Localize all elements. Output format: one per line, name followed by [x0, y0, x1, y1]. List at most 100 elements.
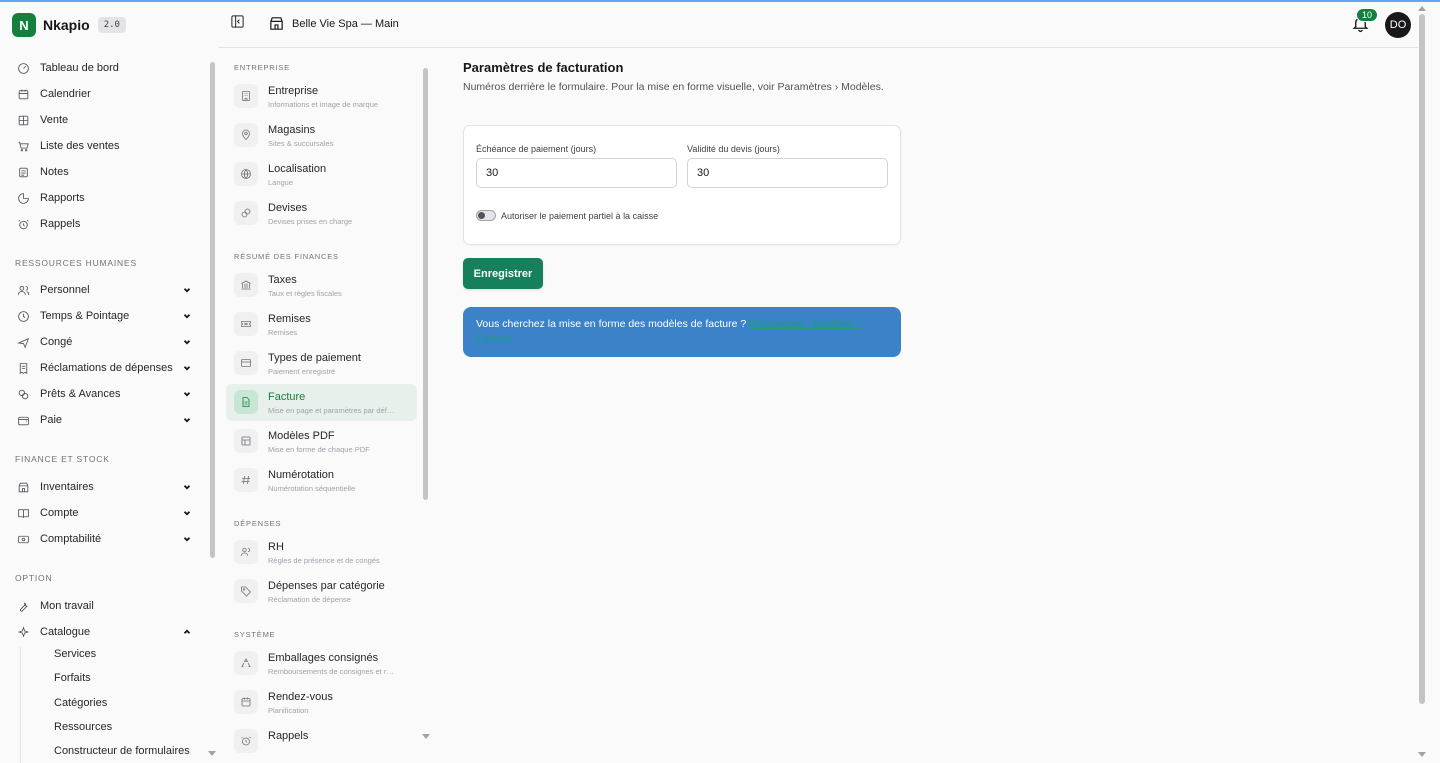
settings-item-desc: Mise en forme de chaque PDF — [268, 445, 370, 454]
settings-item-reminders[interactable]: Rappels — [226, 723, 417, 760]
catalogue-sub-form-builder[interactable]: Constructeur de formulaires — [54, 745, 190, 757]
sidebar-item-account[interactable]: Compte — [16, 502, 194, 524]
settings-item-numbering[interactable]: Numérotation Numérotation séquentielle — [226, 462, 417, 499]
settings-item-label: Types de paiement — [268, 352, 361, 364]
sidebar-item-sales-list[interactable]: Liste des ventes — [16, 135, 194, 157]
sidebar-item-catalogue[interactable]: Catalogue — [16, 621, 194, 643]
main-scroll-down-icon[interactable] — [1418, 752, 1426, 757]
settings-item-discounts[interactable]: Remises Remises — [226, 306, 417, 343]
invoice-settings-card: Échéance de paiement (jours) Validité du… — [463, 125, 901, 245]
chevron-down-icon — [182, 482, 192, 492]
sidebar-item-accounting[interactable]: Comptabilité — [16, 528, 194, 550]
sidebar-item-label: Rappels — [40, 218, 81, 230]
catalogue-sub-categories[interactable]: Catégories — [54, 697, 107, 709]
sidebar-item-label: Comptabilité — [40, 533, 102, 545]
alarm-icon — [234, 729, 258, 753]
chevron-down-icon — [182, 311, 192, 321]
settings-item-company[interactable]: Entreprise Informations et image de marq… — [226, 78, 417, 115]
store-selector[interactable]: Belle Vie Spa — Main — [268, 15, 399, 32]
sidebar-item-my-work[interactable]: Mon travail — [16, 595, 194, 617]
sidebar-item-calendar[interactable]: Calendrier — [16, 83, 194, 105]
sidebar-item-personnel[interactable]: Personnel — [16, 279, 194, 301]
sidebar-toggle-icon[interactable] — [230, 14, 246, 30]
partial-payment-row: Autoriser le paiement partiel à la caiss… — [476, 210, 658, 221]
settings-item-invoice[interactable]: Facture Mise en page et paramètres par d… — [226, 384, 417, 421]
sidebar-item-notes[interactable]: Notes — [16, 161, 194, 183]
partial-payment-label: Autoriser le paiement partiel à la caiss… — [501, 210, 659, 221]
settings-item-pdf-templates[interactable]: Modèles PDF Mise en forme de chaque PDF — [226, 423, 417, 460]
catalogue-sub-packages[interactable]: Forfaits — [54, 672, 91, 684]
sidebar-item-label: Tableau de bord — [40, 62, 119, 74]
main-scrollbar[interactable] — [1419, 14, 1425, 704]
brand[interactable]: N Nkapio 2.0 — [12, 12, 126, 38]
settings-scroll-down-icon[interactable] — [422, 734, 430, 739]
map-pin-icon — [234, 123, 258, 147]
wrench-icon — [16, 599, 30, 613]
sidebar-item-dashboard[interactable]: Tableau de bord — [16, 57, 194, 79]
sidebar-item-reminders[interactable]: Rappels — [16, 213, 194, 235]
settings-item-appointments[interactable]: Rendez-vous Planification — [226, 684, 417, 721]
banknote-icon — [16, 532, 30, 546]
sidebar-item-payroll[interactable]: Paie — [16, 409, 194, 431]
info-callout: Vous cherchez la mise en forme des modèl… — [463, 307, 901, 357]
save-button[interactable]: Enregistrer — [463, 258, 543, 289]
settings-nav-scrollbar[interactable] — [423, 68, 428, 500]
quote-validity-label: Validité du devis (jours) — [687, 144, 780, 154]
sidebar-item-loans[interactable]: Prêts & Avances — [16, 383, 194, 405]
settings-item-desc: Devises prises en charge — [268, 217, 353, 226]
sidebar-item-reports[interactable]: Rapports — [16, 187, 194, 209]
settings-item-localization[interactable]: Localisation Langue — [226, 156, 417, 193]
catalogue-sub-resources[interactable]: Ressources — [54, 721, 112, 733]
settings-item-label: Remises — [268, 313, 311, 325]
settings-item-label: Emballages consignés — [268, 652, 379, 664]
book-icon — [16, 506, 30, 520]
settings-item-deposits[interactable]: Emballages consignés Remboursements de c… — [226, 645, 417, 682]
calendar-icon — [234, 690, 258, 714]
users-icon — [234, 540, 258, 564]
building-icon — [234, 84, 258, 108]
chevron-down-icon — [182, 389, 192, 399]
store-name: Belle Vie Spa — Main — [292, 17, 399, 30]
hash-icon — [234, 468, 258, 492]
sidebar-item-label: Personnel — [40, 284, 90, 296]
sidebar-item-label: Prêts & Avances — [40, 388, 121, 400]
settings-item-currencies[interactable]: Devises Devises prises en charge — [226, 195, 417, 232]
coins-icon — [16, 387, 30, 401]
sidebar-item-label: Mon travail — [40, 600, 94, 612]
sidebar-item-label: Compte — [40, 507, 79, 519]
quote-validity-input[interactable] — [687, 158, 888, 188]
sidebar-scrollbar[interactable] — [210, 62, 215, 558]
settings-item-desc: Numérotation séquentielle — [268, 484, 356, 493]
sidebar-item-label: Calendrier — [40, 88, 91, 100]
toggle-knob — [478, 212, 485, 219]
tag-icon — [234, 579, 258, 603]
partial-payment-toggle[interactable] — [476, 210, 496, 221]
receipt-icon — [16, 361, 30, 375]
settings-item-payment-types[interactable]: Types de paiement Paiement enregistré — [226, 345, 417, 382]
avatar[interactable]: DO — [1385, 12, 1411, 38]
catalogue-sub-services[interactable]: Services — [54, 648, 96, 660]
sidebar-item-expense-claims[interactable]: Réclamations de dépenses — [16, 357, 194, 379]
sidebar-item-sale[interactable]: Vente — [16, 109, 194, 131]
settings-item-hr[interactable]: RH Règles de présence et de congés — [226, 534, 417, 571]
landmark-icon — [234, 273, 258, 297]
settings-item-desc: Taux et règles fiscales — [268, 289, 342, 298]
sidebar-scroll-down-icon[interactable] — [208, 751, 216, 756]
settings-item-desc: Informations et image de marque — [268, 100, 379, 109]
settings-item-stores[interactable]: Magasins Sites & succursales — [226, 117, 417, 154]
settings-item-label: Numérotation — [268, 469, 335, 481]
settings-item-taxes[interactable]: Taxes Taux et règles fiscales — [226, 267, 417, 304]
payment-due-input[interactable] — [476, 158, 677, 188]
sidebar-item-time[interactable]: Temps & Pointage — [16, 305, 194, 327]
page-subtitle: Numéros derrière le formulaire. Pour la … — [463, 81, 884, 93]
alarm-icon — [16, 217, 30, 231]
sidebar-item-label: Réclamations de dépenses — [40, 362, 173, 374]
sidebar-item-leave[interactable]: Congé — [16, 331, 194, 353]
sidebar-item-label: Temps & Pointage — [40, 310, 130, 322]
main-scroll-up-icon[interactable] — [1418, 6, 1426, 11]
settings-item-expense-categories[interactable]: Dépenses par catégorie Réclamation de dé… — [226, 573, 417, 610]
main-content: Paramètres de facturation Numéros derriè… — [463, 50, 1413, 750]
sidebar-item-inventories[interactable]: Inventaires — [16, 476, 194, 498]
plane-icon — [16, 335, 30, 349]
ticket-icon — [234, 312, 258, 336]
